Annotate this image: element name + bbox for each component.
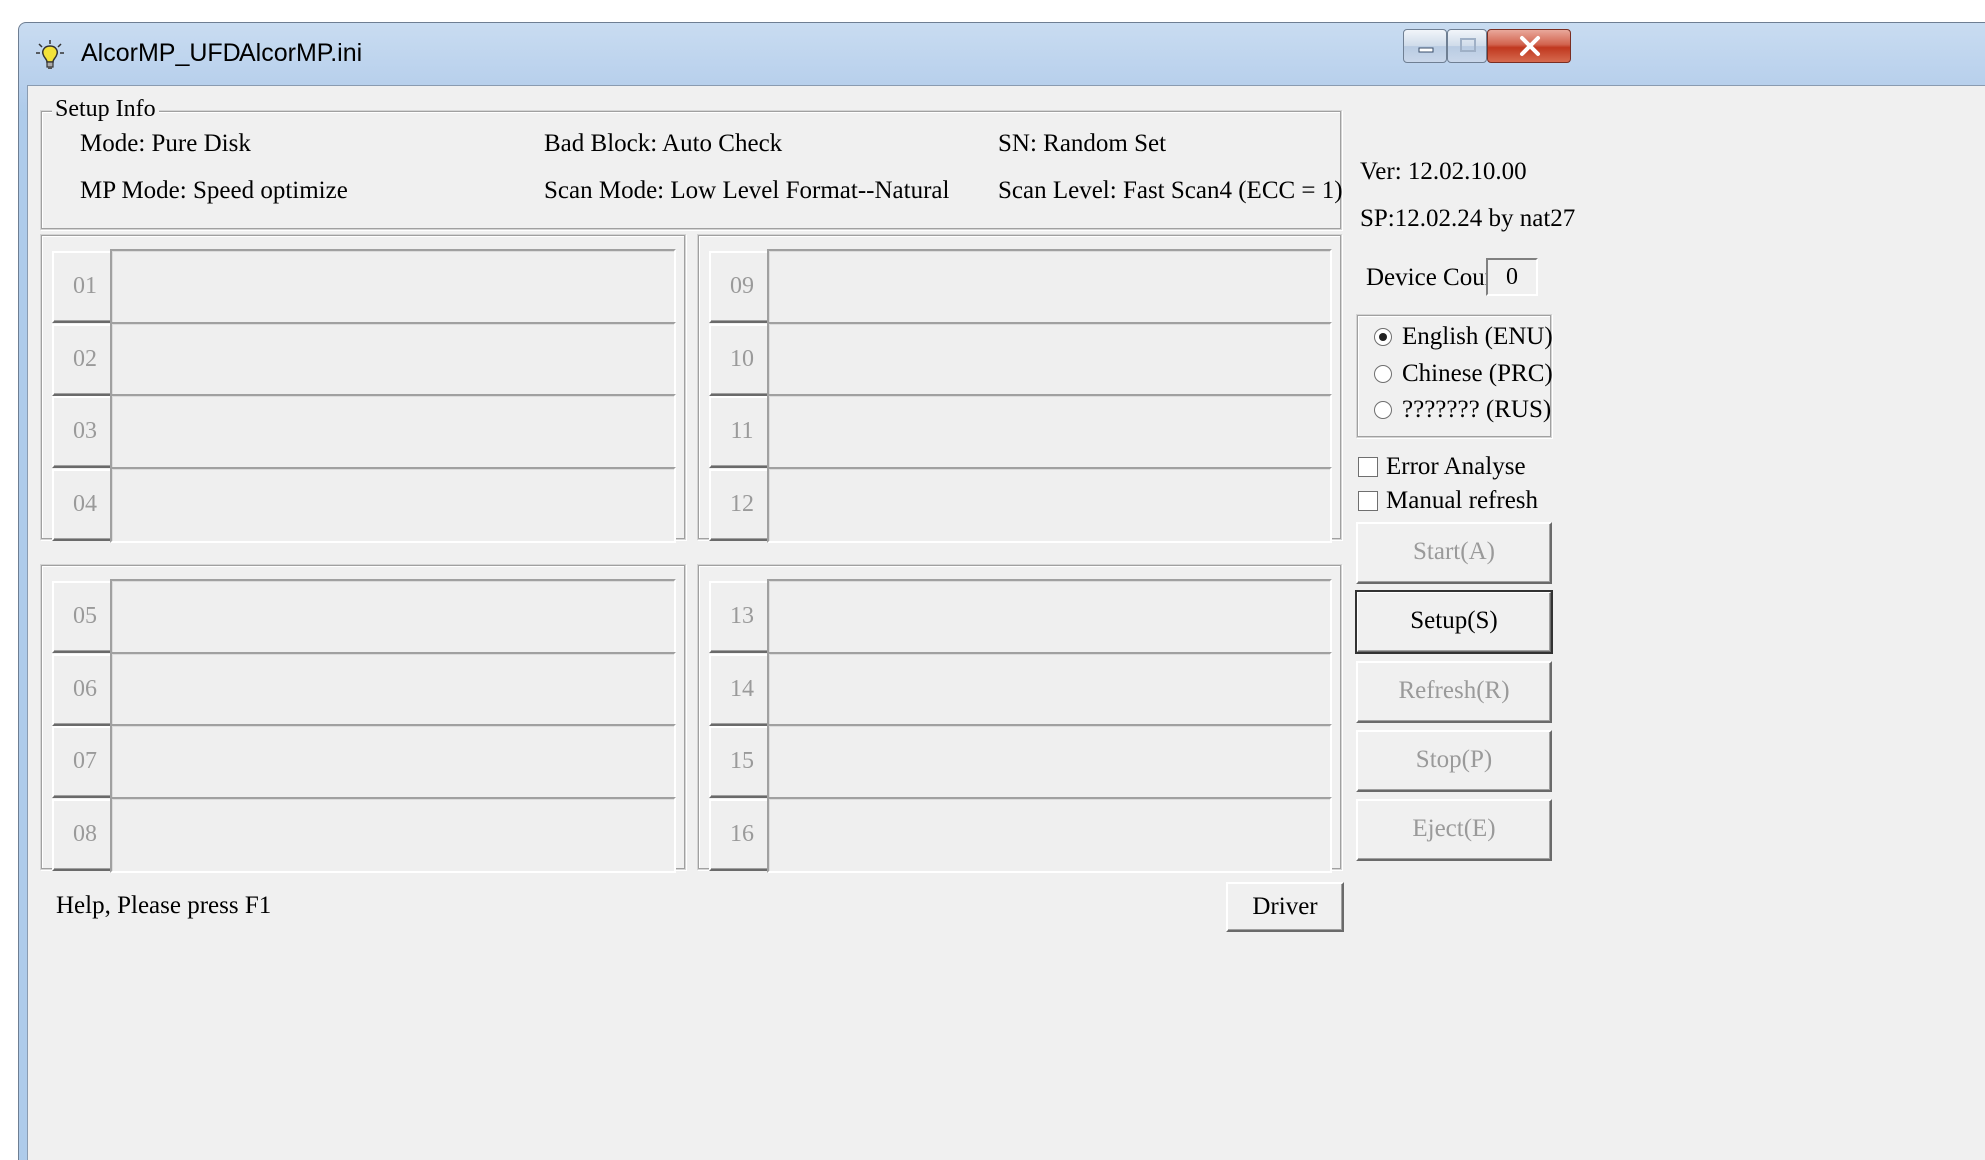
- port-status-field: [110, 466, 676, 543]
- port-button[interactable]: 15: [709, 726, 775, 798]
- port-button[interactable]: 06: [52, 653, 118, 726]
- port-status-field: [110, 321, 676, 398]
- scan-level-text: Scan Level: Fast Scan4 (ECC = 1): [998, 177, 1343, 204]
- port-status-field: [767, 394, 1332, 470]
- port-button[interactable]: 10: [709, 323, 775, 396]
- port-status-field: [110, 796, 676, 873]
- radio-icon: [1374, 365, 1392, 383]
- port-status-field: [767, 321, 1332, 398]
- checkbox-icon: [1358, 457, 1378, 477]
- port-button[interactable]: 03: [52, 396, 118, 468]
- port-status-field: [110, 651, 676, 728]
- port-status-field: [767, 579, 1332, 655]
- port-status-field: [110, 579, 676, 655]
- radio-selected-icon: [1374, 328, 1392, 346]
- close-button[interactable]: [1487, 29, 1571, 63]
- version-text: Ver: 12.02.10.00: [1360, 158, 1527, 185]
- language-label: Chinese (PRC): [1402, 360, 1553, 387]
- port-status-field: [767, 249, 1332, 325]
- sn-text: SN: Random Set: [998, 130, 1167, 157]
- minimize-icon: [1418, 47, 1434, 53]
- port-status-field: [767, 796, 1332, 873]
- port-status-field: [767, 651, 1332, 728]
- scan-mode-text: Scan Mode: Low Level Format--Natural: [544, 177, 950, 204]
- language-label: English (ENU): [1402, 323, 1553, 350]
- help-text: Help, Please press F1: [56, 892, 272, 919]
- error-analyse-label: Error Analyse: [1386, 453, 1526, 480]
- language-label: ??????? (RUS): [1402, 396, 1552, 423]
- manual-refresh-label: Manual refresh: [1386, 487, 1539, 514]
- port-status-field: [110, 249, 676, 325]
- port-button[interactable]: 08: [52, 798, 118, 871]
- port-button[interactable]: 14: [709, 653, 775, 726]
- setup-info-group: [40, 110, 1342, 230]
- port-button[interactable]: 09: [709, 251, 775, 323]
- window-title-app: AlcorMP_UFD: [81, 39, 241, 67]
- window-title-ini: AlcorMP.ini: [239, 39, 363, 67]
- refresh-button[interactable]: Refresh(R): [1356, 661, 1552, 723]
- radio-icon: [1374, 401, 1392, 419]
- mode-text: Mode: Pure Disk: [80, 130, 251, 157]
- port-button[interactable]: 04: [52, 468, 118, 541]
- port-status-field: [767, 466, 1332, 543]
- port-button[interactable]: 11: [709, 396, 775, 468]
- eject-button[interactable]: Eject(E): [1356, 799, 1552, 861]
- start-button[interactable]: Start(A): [1356, 522, 1552, 584]
- port-button[interactable]: 01: [52, 251, 118, 323]
- port-button[interactable]: 16: [709, 798, 775, 871]
- sp-text: SP:12.02.24 by nat27: [1360, 205, 1576, 232]
- maximize-icon: [1460, 38, 1476, 52]
- port-button[interactable]: 07: [52, 726, 118, 798]
- app-window: AlcorMP_UFD AlcorMP.ini Setup Info Mode:…: [18, 22, 1985, 1160]
- title-bar[interactable]: AlcorMP_UFD AlcorMP.ini: [19, 23, 1985, 85]
- stop-button[interactable]: Stop(P): [1356, 730, 1552, 792]
- port-button[interactable]: 05: [52, 581, 118, 653]
- minimize-button[interactable]: [1403, 29, 1447, 63]
- setup-info-legend: Setup Info: [52, 96, 159, 123]
- port-status-field: [110, 724, 676, 800]
- client-area: Setup Info Mode: Pure Disk Bad Block: Au…: [27, 85, 1985, 1160]
- setup-button[interactable]: Setup(S): [1355, 590, 1553, 654]
- bad-block-text: Bad Block: Auto Check: [544, 130, 783, 157]
- driver-button[interactable]: Driver: [1226, 882, 1344, 932]
- port-button[interactable]: 13: [709, 581, 775, 653]
- port-button[interactable]: 02: [52, 323, 118, 396]
- maximize-button[interactable]: [1447, 29, 1487, 63]
- mp-mode-text: MP Mode: Speed optimize: [80, 177, 348, 204]
- port-button[interactable]: 12: [709, 468, 775, 541]
- port-status-field: [110, 394, 676, 470]
- checkbox-icon: [1358, 491, 1378, 511]
- port-status-field: [767, 724, 1332, 800]
- lightbulb-icon: [36, 40, 64, 69]
- device-count-field: 0: [1486, 258, 1538, 296]
- close-icon: [1520, 36, 1540, 56]
